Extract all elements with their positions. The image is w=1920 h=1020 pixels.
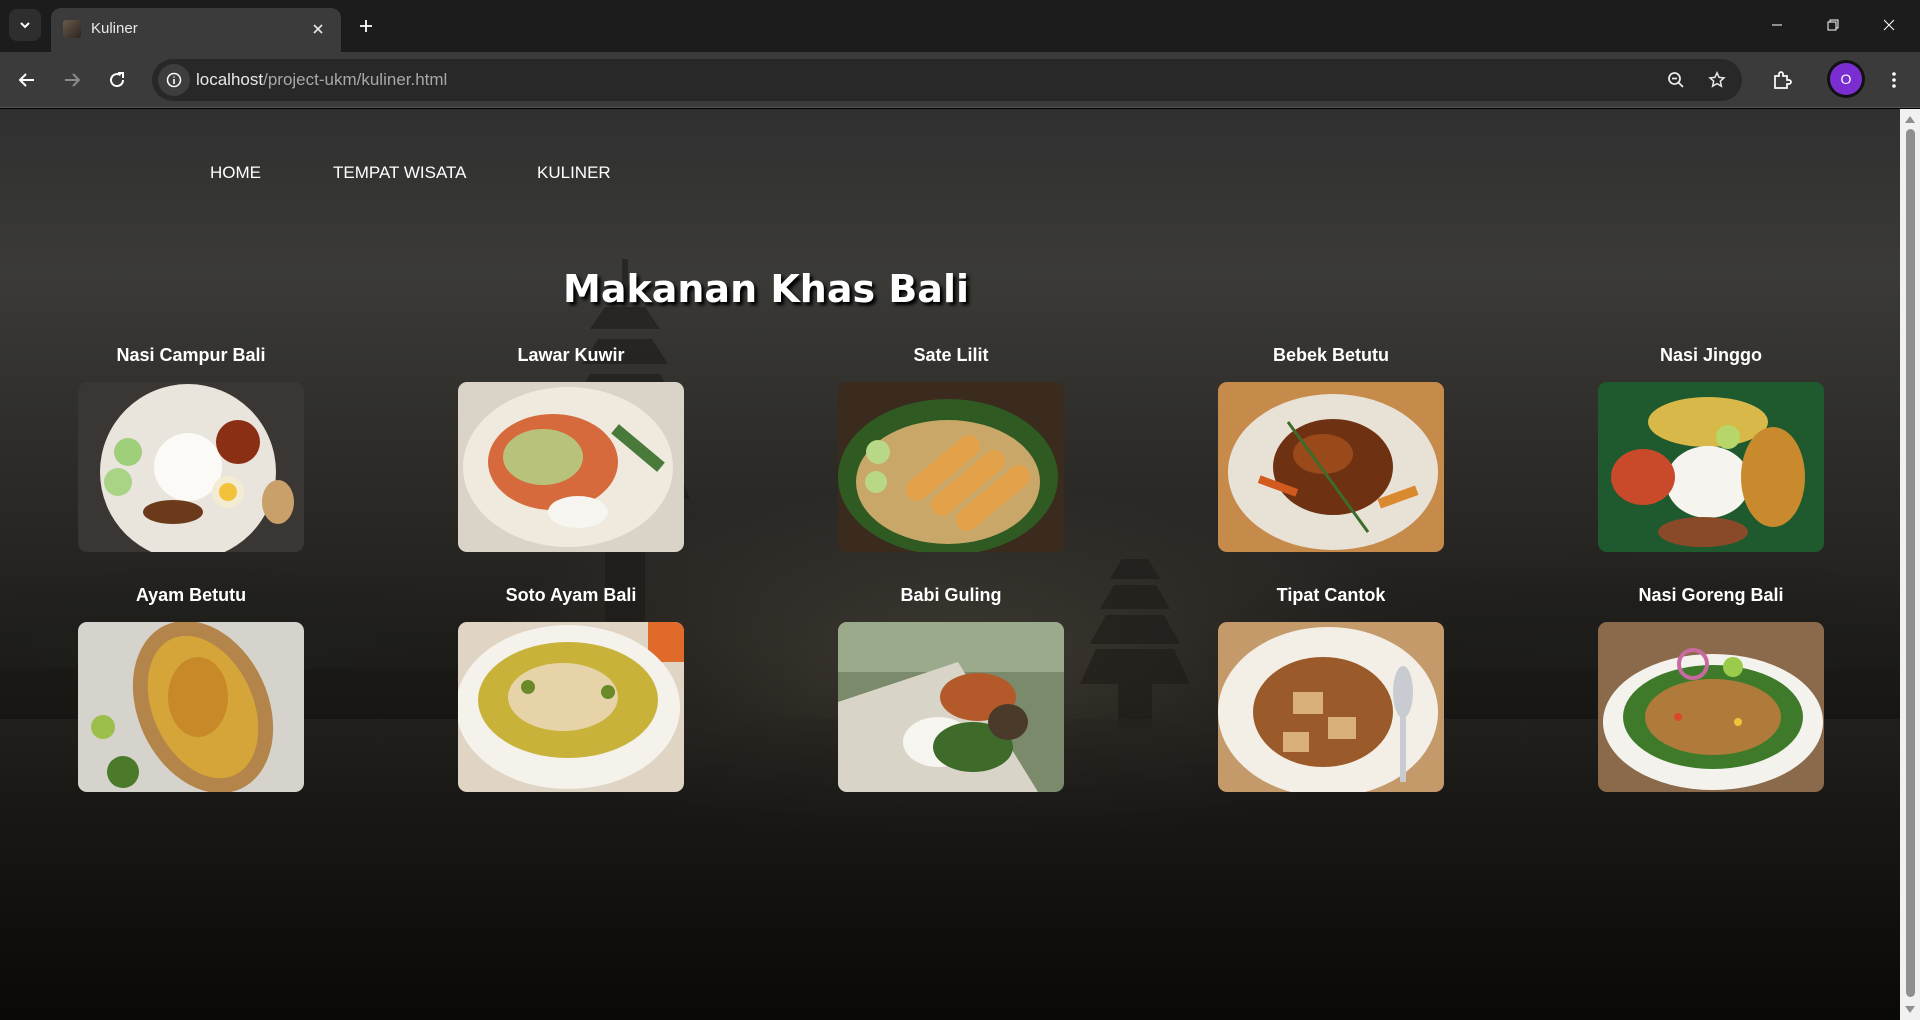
new-tab-button[interactable] xyxy=(350,10,382,42)
arrow-right-icon xyxy=(65,73,81,87)
food-card[interactable]: Babi Guling xyxy=(838,585,1064,792)
food-card[interactable]: Soto Ayam Bali xyxy=(458,585,684,792)
bebek-betutu-photo[interactable] xyxy=(1218,382,1444,552)
url-text[interactable]: localhost/project-ukm/kuliner.html xyxy=(196,70,447,90)
nav-kuliner[interactable]: KULINER xyxy=(537,163,611,187)
tab-search-button[interactable] xyxy=(9,9,41,41)
restore-button[interactable] xyxy=(1810,0,1856,50)
food-name: Nasi Goreng Bali xyxy=(1638,585,1784,605)
food-card[interactable]: Nasi Campur Bali xyxy=(78,345,304,552)
food-card[interactable]: Nasi Jinggo xyxy=(1598,345,1824,552)
sate-lilit-photo[interactable] xyxy=(838,382,1064,552)
zoom-button[interactable] xyxy=(1660,64,1692,96)
minimize-icon xyxy=(1772,24,1782,26)
restore-icon xyxy=(1827,19,1839,31)
food-name: Babi Guling xyxy=(900,585,1002,605)
bookmark-button[interactable] xyxy=(1701,64,1733,96)
temple-silhouette-small xyxy=(1080,559,1190,729)
active-tab[interactable]: Kuliner xyxy=(51,8,341,52)
food-name: Nasi Jinggo xyxy=(1659,345,1762,365)
nasi-campur-photo[interactable] xyxy=(78,382,304,552)
food-name: Ayam Betutu xyxy=(135,585,247,605)
zoom-out-icon xyxy=(1668,72,1684,88)
food-name: Bebek Betutu xyxy=(1272,345,1389,365)
tab-close-button[interactable] xyxy=(305,16,331,42)
scroll-up-button[interactable] xyxy=(1900,111,1920,128)
close-icon xyxy=(1883,19,1895,31)
babi-guling-photo[interactable] xyxy=(838,622,1064,792)
food-card[interactable]: Lawar Kuwir xyxy=(458,345,684,552)
food-name: Tipat Cantok xyxy=(1276,585,1386,605)
food-card[interactable]: Nasi Goreng Bali xyxy=(1598,585,1824,792)
minimize-button[interactable] xyxy=(1754,0,1800,50)
scrollbar-thumb[interactable] xyxy=(1906,129,1915,997)
profile-avatar[interactable]: O xyxy=(1830,63,1862,95)
food-card[interactable]: Ayam Betutu xyxy=(78,585,304,792)
food-name: Lawar Kuwir xyxy=(517,345,625,365)
menu-button[interactable] xyxy=(1876,62,1912,98)
url-host: localhost xyxy=(196,70,264,89)
soto-ayam-photo[interactable] xyxy=(458,622,684,792)
scroll-down-button[interactable] xyxy=(1900,1001,1920,1018)
info-icon xyxy=(166,72,182,88)
food-card[interactable]: Sate Lilit xyxy=(838,345,1064,552)
ayam-betutu-photo[interactable] xyxy=(78,622,304,792)
url-path: /project-ukm/kuliner.html xyxy=(263,70,448,89)
chevron-down-icon xyxy=(20,22,30,29)
lawar-photo[interactable] xyxy=(458,382,684,552)
browser-toolbar: localhost/project-ukm/kuliner.html xyxy=(0,52,1920,108)
triangle-up-icon xyxy=(1905,116,1915,123)
food-name: Sate Lilit xyxy=(913,345,989,365)
plus-icon xyxy=(360,20,372,32)
triangle-down-icon xyxy=(1905,1006,1915,1013)
tab-strip: Kuliner xyxy=(0,0,1920,52)
nasi-goreng-photo[interactable] xyxy=(1598,622,1824,792)
extensions-button[interactable] xyxy=(1764,62,1800,98)
reload-button[interactable] xyxy=(99,62,135,98)
food-name: Soto Ayam Bali xyxy=(505,585,637,605)
close-window-button[interactable] xyxy=(1866,0,1912,50)
arrow-left-icon xyxy=(18,73,34,87)
tab-title: Kuliner xyxy=(91,20,138,37)
puzzle-icon xyxy=(1774,71,1792,89)
food-card[interactable]: Tipat Cantok xyxy=(1218,585,1444,792)
site-info-button[interactable] xyxy=(158,64,190,96)
food-card[interactable]: Bebek Betutu xyxy=(1218,345,1444,552)
nav-tempat-wisata[interactable]: TEMPAT WISATA xyxy=(333,163,467,187)
page-viewport: HOME TEMPAT WISATA KULINER Makanan Khas … xyxy=(0,109,1900,1020)
back-button[interactable] xyxy=(9,62,45,98)
kebab-menu-icon xyxy=(1892,72,1896,88)
nasi-jinggo-photo[interactable] xyxy=(1598,382,1824,552)
reload-icon xyxy=(110,72,125,88)
tipat-cantok-photo[interactable] xyxy=(1218,622,1444,792)
page-title: Makanan Khas Bali xyxy=(563,267,969,311)
page-scrollbar[interactable] xyxy=(1900,109,1920,1020)
food-name: Nasi Campur Bali xyxy=(116,345,266,365)
favicon-icon xyxy=(63,20,81,38)
star-icon xyxy=(1708,71,1726,88)
address-bar[interactable]: localhost/project-ukm/kuliner.html xyxy=(152,59,1742,101)
close-icon xyxy=(313,24,323,34)
forward-button[interactable] xyxy=(54,62,90,98)
nav-home[interactable]: HOME xyxy=(210,163,261,187)
